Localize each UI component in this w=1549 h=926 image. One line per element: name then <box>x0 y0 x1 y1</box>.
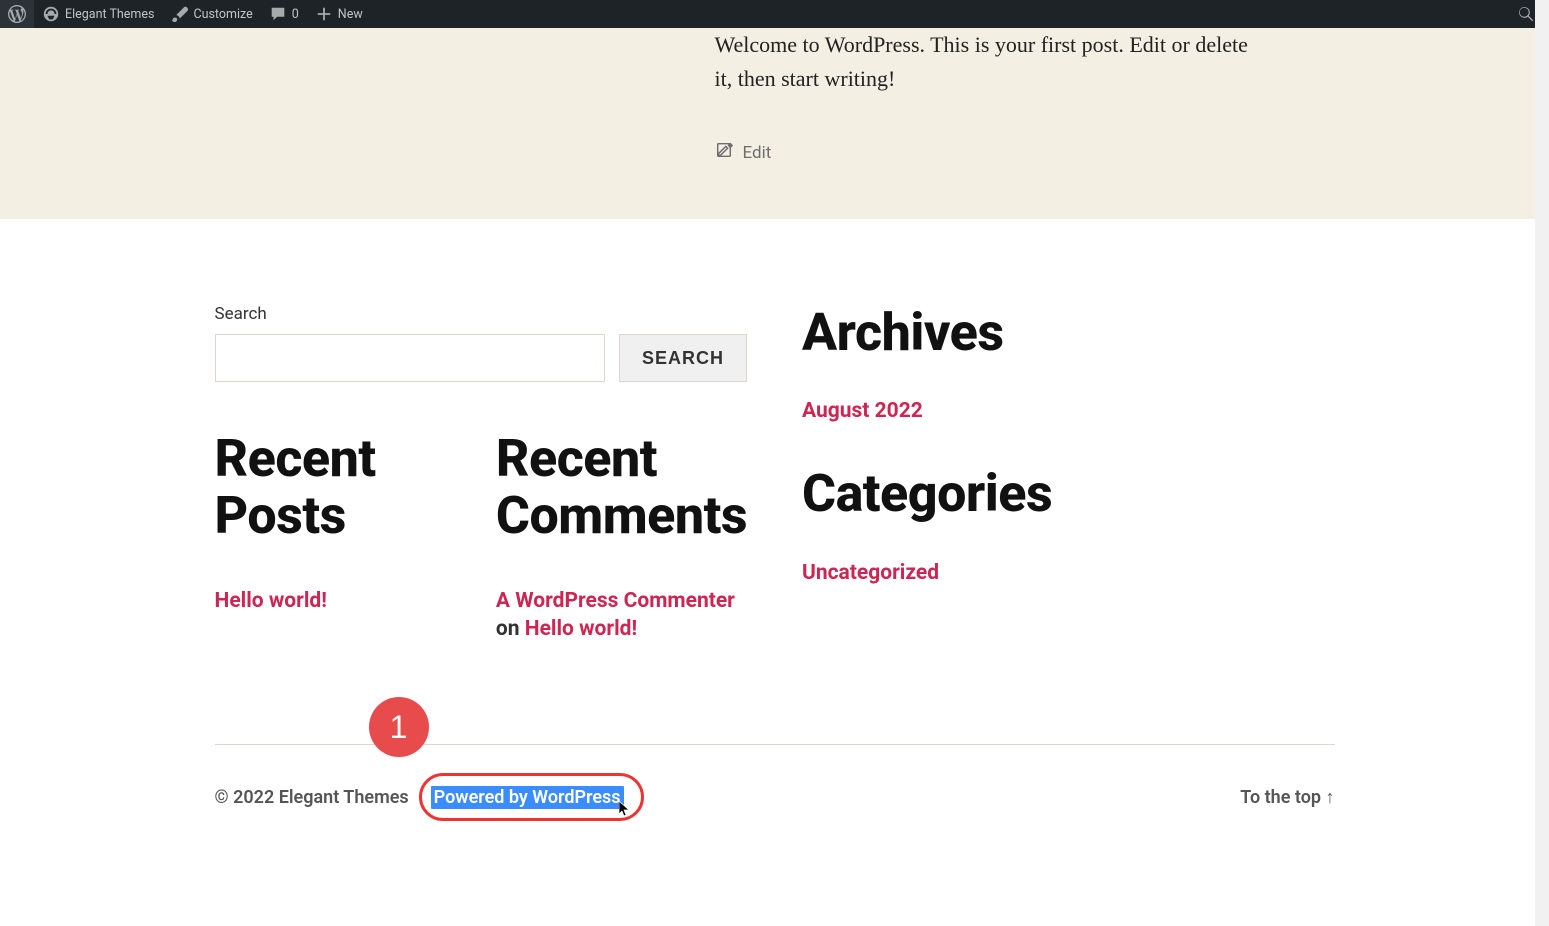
footer-bottom-left: © 2022 Elegant Themes Powered by WordPre… <box>215 787 624 808</box>
admin-bar-left: Elegant Themes Customize 0 New <box>0 0 371 28</box>
footer-bottom-wrap: © 2022 Elegant Themes Powered by WordPre… <box>0 744 1549 850</box>
new-content-menu[interactable]: New <box>307 0 371 28</box>
footer-widgets-inner: Search SEARCH Recent Posts Hello world! … <box>215 304 1335 649</box>
search-input[interactable] <box>215 334 605 382</box>
edit-label: Edit <box>743 143 772 163</box>
post-content-area: Welcome to WordPress. This is your first… <box>0 28 1549 219</box>
plus-icon <box>315 5 333 23</box>
edit-icon <box>715 141 733 164</box>
recent-comments-widget: Recent Comments A WordPress Commenter on… <box>496 430 747 649</box>
footer-widgets: Search SEARCH Recent Posts Hello world! … <box>0 219 1549 850</box>
archives-heading: Archives <box>802 304 1335 361</box>
copyright-text: © 2022 Elegant Themes <box>215 787 409 808</box>
new-label: New <box>338 7 363 22</box>
site-name-label: Elegant Themes <box>65 7 154 22</box>
search-widget-label: Search <box>215 304 748 324</box>
powered-by-link[interactable]: Powered by WordPress <box>431 786 624 809</box>
archives-widget: Archives August 2022 <box>802 304 1335 423</box>
recent-comments-list: A WordPress Commenter on Hello world! <box>496 587 747 644</box>
footer-site-link[interactable]: Elegant Themes <box>279 787 409 808</box>
categories-widget: Categories Uncategorized <box>802 465 1335 584</box>
list-item: A WordPress Commenter on Hello world! <box>496 587 747 644</box>
annotation-badge-number: 1 <box>390 709 408 746</box>
post-body-text: Welcome to WordPress. This is your first… <box>715 28 1255 96</box>
dashboard-icon <box>42 5 60 23</box>
scrollbar-track[interactable] <box>1535 0 1549 926</box>
site-name-menu[interactable]: Elegant Themes <box>34 0 162 28</box>
wordpress-icon <box>8 5 26 23</box>
brush-icon <box>170 5 188 23</box>
recent-comments-heading: Recent Comments <box>496 430 747 544</box>
customize-menu[interactable]: Customize <box>162 0 260 28</box>
search-button[interactable]: SEARCH <box>619 334 747 382</box>
edit-post-link[interactable]: Edit <box>715 141 772 164</box>
wp-logo-menu[interactable] <box>0 0 34 28</box>
annotation-badge: 1 <box>369 697 429 757</box>
copyright-prefix: © 2022 <box>215 787 279 808</box>
footer-bottom: © 2022 Elegant Themes Powered by WordPre… <box>215 745 1335 850</box>
comments-menu[interactable]: 0 <box>261 0 307 28</box>
recent-posts-heading: Recent Posts <box>215 430 441 544</box>
to-top-label: To the top ↑ <box>1240 787 1334 808</box>
search-icon <box>1517 5 1535 23</box>
comments-count: 0 <box>292 7 299 22</box>
search-form: SEARCH <box>215 334 748 382</box>
category-link[interactable]: Uncategorized <box>802 561 939 585</box>
wp-admin-bar: Elegant Themes Customize 0 New <box>0 0 1549 28</box>
list-item: Hello world! <box>215 587 441 615</box>
to-top-link[interactable]: To the top ↑ <box>1240 787 1334 808</box>
recent-post-link[interactable]: Hello world! <box>215 589 327 613</box>
customize-label: Customize <box>193 7 252 22</box>
comment-icon <box>269 5 287 23</box>
comment-post-link[interactable]: Hello world! <box>525 617 637 641</box>
footer-col-left: Search SEARCH Recent Posts Hello world! … <box>215 304 748 649</box>
recent-posts-list: Hello world! <box>215 587 441 615</box>
recent-posts-widget: Recent Posts Hello world! <box>215 430 441 649</box>
post-content-inner: Welcome to WordPress. This is your first… <box>295 28 1255 164</box>
footer-col-right: Archives August 2022 Categories Uncatego… <box>802 304 1335 649</box>
footer-left-row2: Recent Posts Hello world! Recent Comment… <box>215 430 748 649</box>
comment-author-link[interactable]: A WordPress Commenter <box>496 589 735 613</box>
archive-link[interactable]: August 2022 <box>802 399 923 423</box>
comment-on-text: on <box>496 617 520 641</box>
categories-heading: Categories <box>802 465 1335 522</box>
